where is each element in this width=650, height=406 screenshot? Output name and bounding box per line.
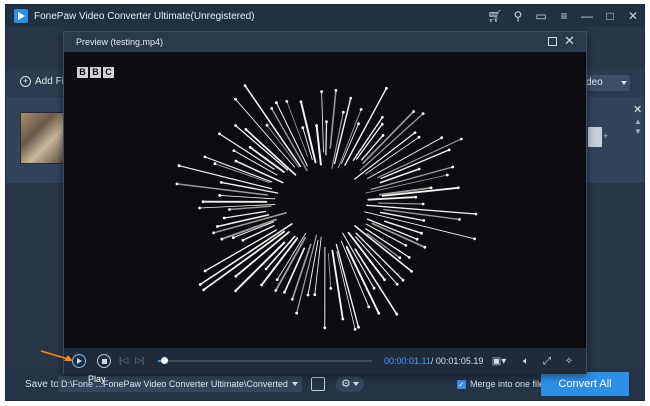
stop-button[interactable] bbox=[97, 354, 111, 368]
output-format-select[interactable]: deo bbox=[584, 75, 630, 91]
player-controls: |◁ ▷| 00:00:01.11/ 00:01:05.19 ▣▾ 🔈︎ ⤢ ✧ bbox=[64, 348, 586, 374]
maximize-icon[interactable]: □ bbox=[603, 9, 617, 23]
preview-title-bar: Preview (testing.mp4) ✕ bbox=[64, 32, 586, 52]
volume-icon[interactable]: 🔈︎ bbox=[519, 354, 533, 368]
save-to-label: Save to: bbox=[25, 379, 62, 390]
stop-icon bbox=[101, 358, 107, 364]
seek-handle[interactable] bbox=[161, 357, 169, 364]
chevron-down-icon bbox=[353, 382, 359, 386]
menu-icon[interactable]: ≡ bbox=[557, 9, 571, 23]
settings-button[interactable]: ⚙ bbox=[336, 376, 364, 392]
time-readout: 00:00:01.11/ 00:01:05.19 bbox=[384, 356, 483, 366]
format-badge-icon[interactable] bbox=[588, 127, 602, 147]
pin-icon[interactable]: ✧ bbox=[562, 354, 576, 368]
add-icon: + bbox=[20, 76, 31, 87]
total-time: / 00:01:05.19 bbox=[430, 356, 484, 366]
convert-all-button[interactable]: Convert All bbox=[541, 372, 629, 396]
output-format-value: deo bbox=[586, 77, 603, 88]
chat-icon[interactable]: ▭ bbox=[534, 9, 548, 23]
window-title: FonePaw Video Converter Ultimate(Unregis… bbox=[34, 10, 255, 22]
seek-bar[interactable] bbox=[158, 357, 372, 364]
play-button[interactable] bbox=[72, 354, 86, 368]
merge-label: Merge into one file bbox=[470, 379, 545, 389]
close-icon[interactable]: ✕ bbox=[564, 33, 575, 49]
preview-dialog: Preview (testing.mp4) ✕ B B C |◁ ▷| 00:0… bbox=[63, 31, 587, 374]
close-icon[interactable]: ✕ bbox=[626, 9, 640, 23]
cart-icon[interactable]: 🛒︎ bbox=[487, 9, 502, 23]
checkbox-checked-icon: ✓ bbox=[457, 379, 466, 389]
minimize-icon[interactable]: — bbox=[580, 9, 594, 23]
move-down-icon[interactable]: ▼ bbox=[634, 127, 642, 136]
add-subtitle-icon[interactable]: + bbox=[603, 131, 608, 141]
play-icon bbox=[77, 358, 82, 364]
app-logo-icon bbox=[14, 9, 28, 23]
play-tooltip: Play bbox=[88, 374, 106, 384]
video-thumbnail[interactable] bbox=[20, 112, 68, 164]
next-frame-icon[interactable]: ▷| bbox=[135, 355, 144, 366]
open-folder-button[interactable] bbox=[311, 377, 325, 391]
maximize-icon[interactable] bbox=[548, 37, 557, 46]
move-up-icon[interactable]: ▲ bbox=[634, 117, 642, 126]
merge-checkbox[interactable]: ✓ Merge into one file bbox=[457, 379, 544, 389]
starburst-graphic bbox=[175, 84, 478, 331]
title-bar: FonePaw Video Converter Ultimate(Unregis… bbox=[6, 5, 644, 27]
fullscreen-icon[interactable]: ⤢ bbox=[540, 354, 554, 368]
snapshot-icon[interactable]: ▣▾ bbox=[489, 354, 509, 368]
annotation-arrow-icon bbox=[40, 350, 73, 361]
preview-title: Preview (testing.mp4) bbox=[76, 37, 164, 47]
video-frame[interactable]: B B C bbox=[64, 52, 586, 348]
current-time: 00:00:01.11 bbox=[384, 356, 431, 366]
chevron-down-icon bbox=[292, 382, 298, 386]
gear-icon: ⚙ bbox=[341, 378, 351, 390]
remove-file-icon[interactable]: ✕ bbox=[633, 103, 642, 116]
previous-frame-icon[interactable]: |◁ bbox=[119, 355, 128, 366]
chevron-down-icon bbox=[621, 81, 627, 85]
key-icon[interactable]: ⚲ bbox=[511, 9, 525, 23]
